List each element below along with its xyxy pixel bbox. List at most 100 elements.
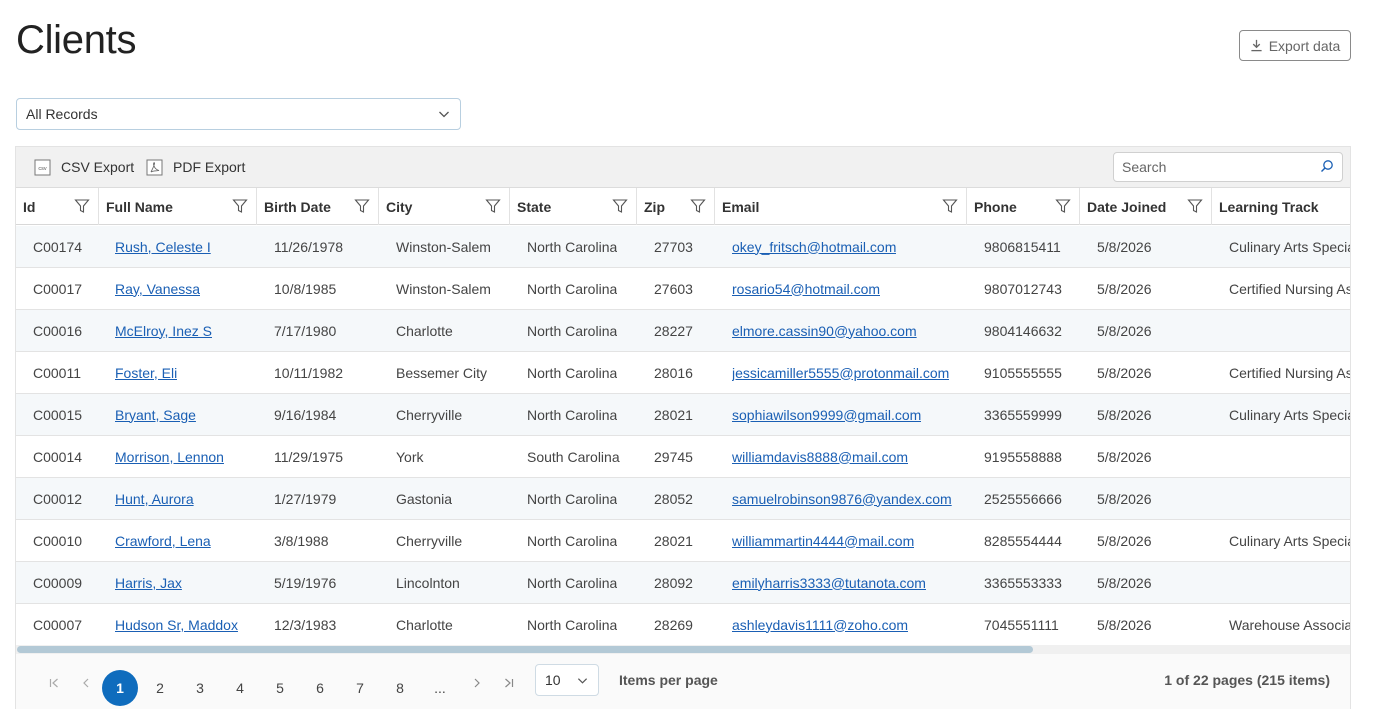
cell-birth-date: 5/19/1976: [274, 574, 337, 591]
table-row[interactable]: C00009 Harris, Jax 5/19/1976 Lincolnton Nort…: [16, 562, 1350, 604]
filter-icon[interactable]: [1055, 198, 1071, 214]
page-button-1[interactable]: 1: [102, 670, 138, 706]
previous-page-icon[interactable]: [80, 677, 92, 689]
cell-city: Cherryville: [396, 532, 463, 549]
cell-state: North Carolina: [527, 532, 618, 549]
page-button-3[interactable]: 3: [182, 670, 218, 706]
client-name-link[interactable]: Hunt, Aurora: [115, 491, 194, 507]
client-name-link[interactable]: Harris, Jax: [115, 575, 182, 591]
cell-id: C00012: [33, 490, 83, 507]
client-name-link[interactable]: Morrison, Lennon: [115, 449, 224, 465]
client-name-link[interactable]: Ray, Vanessa: [115, 281, 200, 297]
cell-phone: 2525556666: [984, 490, 1062, 507]
table-row[interactable]: C00017 Ray, Vanessa 10/8/1985 Winston-Salem…: [16, 268, 1350, 310]
table-row[interactable]: C00016 McElroy, Inez S 7/17/1980 Charlotte N…: [16, 310, 1350, 352]
filter-icon[interactable]: [690, 198, 706, 214]
page-size-select[interactable]: 10: [535, 664, 599, 696]
table-row[interactable]: C00174 Rush, Celeste I 11/26/1978 Winston-S…: [16, 226, 1350, 268]
email-link[interactable]: samuelrobinson9876@yandex.com: [732, 491, 952, 507]
email-link[interactable]: jessicamiller5555@protonmail.com: [732, 365, 949, 381]
export-data-button[interactable]: Export data: [1239, 30, 1351, 61]
cell-zip: 27603: [654, 280, 693, 297]
cell-id: C00016: [33, 322, 83, 339]
page-button-2[interactable]: 2: [142, 670, 178, 706]
pdf-export-label: PDF Export: [173, 159, 246, 175]
table-row[interactable]: C00007 Hudson Sr, Maddox 12/3/1983 Charlott…: [16, 604, 1350, 646]
column-header-zip[interactable]: Zip: [637, 188, 715, 225]
filter-icon[interactable]: [232, 198, 248, 214]
page-button-8[interactable]: 8: [382, 670, 418, 706]
filter-icon[interactable]: [1187, 198, 1203, 214]
cell-phone: 9806815411: [984, 238, 1061, 255]
cell-state: North Carolina: [527, 364, 618, 381]
filter-icon[interactable]: [485, 198, 501, 214]
table-row[interactable]: C00010 Crawford, Lena 3/8/1988 Cherryville N…: [16, 520, 1350, 562]
pdf-export-button[interactable]: PDF Export: [146, 156, 245, 178]
table-row[interactable]: C00014 Morrison, Lennon 11/29/1975 York Sout…: [16, 436, 1350, 478]
column-header-phone[interactable]: Phone: [967, 188, 1080, 225]
csv-export-label: CSV Export: [61, 159, 135, 175]
cell-date-joined: 5/8/2026: [1097, 574, 1152, 591]
next-page-icon[interactable]: [471, 677, 483, 689]
client-name-link[interactable]: Hudson Sr, Maddox: [115, 617, 238, 633]
cell-full-name: Harris, Jax: [115, 562, 182, 603]
email-link[interactable]: elmore.cassin90@yahoo.com: [732, 323, 917, 339]
column-header-learning-track[interactable]: Learning Track: [1212, 188, 1350, 225]
horizontal-scrollbar[interactable]: [16, 645, 1350, 654]
cell-birth-date: 9/16/1984: [274, 406, 337, 423]
column-header-full-name[interactable]: Full Name: [99, 188, 257, 225]
cell-state: South Carolina: [527, 448, 620, 465]
email-link[interactable]: ashleydavis1111@zoho.com: [732, 617, 908, 633]
records-filter-select[interactable]: All Records: [16, 98, 461, 130]
client-name-link[interactable]: Crawford, Lena: [115, 533, 211, 549]
cell-phone: 9807012743: [984, 280, 1062, 297]
table-row[interactable]: C00015 Bryant, Sage 9/16/1984 Cherryville No…: [16, 394, 1350, 436]
cell-full-name: Foster, Eli: [115, 352, 177, 393]
cell-date-joined: 5/8/2026: [1097, 616, 1152, 633]
client-name-link[interactable]: Bryant, Sage: [115, 407, 196, 423]
column-header-email[interactable]: Email: [715, 188, 967, 225]
column-header-city[interactable]: City: [379, 188, 510, 225]
email-link[interactable]: emilyharris3333@tutanota.com: [732, 575, 926, 591]
search-input[interactable]: [1113, 152, 1343, 182]
cell-city: Charlotte: [396, 616, 453, 633]
cell-city: Cherryville: [396, 406, 463, 423]
csv-export-button[interactable]: csv CSV Export: [34, 156, 134, 178]
client-name-link[interactable]: McElroy, Inez S: [115, 323, 212, 339]
email-link[interactable]: rosario54@hotmail.com: [732, 281, 880, 297]
cell-learning-track: Culinary Arts Specia: [1229, 532, 1351, 549]
column-header-date-joined[interactable]: Date Joined: [1080, 188, 1212, 225]
email-link[interactable]: williamdavis8888@mail.com: [732, 449, 908, 465]
table-row[interactable]: C00012 Hunt, Aurora 1/27/1979 Gastonia North…: [16, 478, 1350, 520]
page-button-5[interactable]: 5: [262, 670, 298, 706]
records-filter-value: All Records: [26, 106, 98, 122]
column-header-id[interactable]: Id: [16, 188, 99, 225]
csv-file-icon: csv: [34, 159, 51, 175]
email-link[interactable]: sophiawilson9999@gmail.com: [732, 407, 921, 423]
page-button-6[interactable]: 6: [302, 670, 338, 706]
page-ellipsis-button[interactable]: ...: [422, 670, 458, 706]
page-button-7[interactable]: 7: [342, 670, 378, 706]
column-header-state[interactable]: State: [510, 188, 637, 225]
filter-icon[interactable]: [942, 198, 958, 214]
client-name-link[interactable]: Rush, Celeste I: [115, 239, 211, 255]
cell-learning-track: [1229, 436, 1350, 477]
filter-icon[interactable]: [612, 198, 628, 214]
filter-icon[interactable]: [74, 198, 90, 214]
cell-state: North Carolina: [527, 490, 618, 507]
pager-info: 1 of 22 pages (215 items): [1164, 672, 1330, 688]
client-name-link[interactable]: Foster, Eli: [115, 365, 177, 381]
email-link[interactable]: williammartin4444@mail.com: [732, 533, 914, 549]
search-icon[interactable]: [1320, 159, 1334, 173]
email-link[interactable]: okey_fritsch@hotmail.com: [732, 239, 896, 255]
cell-state: North Carolina: [527, 616, 618, 633]
scrollbar-thumb[interactable]: [17, 646, 1033, 653]
column-header-birth-date[interactable]: Birth Date: [257, 188, 379, 225]
cell-phone: 3365553333: [984, 574, 1062, 591]
page-button-4[interactable]: 4: [222, 670, 258, 706]
cell-id: C00009: [33, 574, 83, 591]
filter-icon[interactable]: [354, 198, 370, 214]
first-page-icon[interactable]: [48, 677, 60, 689]
table-row[interactable]: C00011 Foster, Eli 10/11/1982 Bessemer City…: [16, 352, 1350, 394]
last-page-icon[interactable]: [503, 677, 515, 689]
